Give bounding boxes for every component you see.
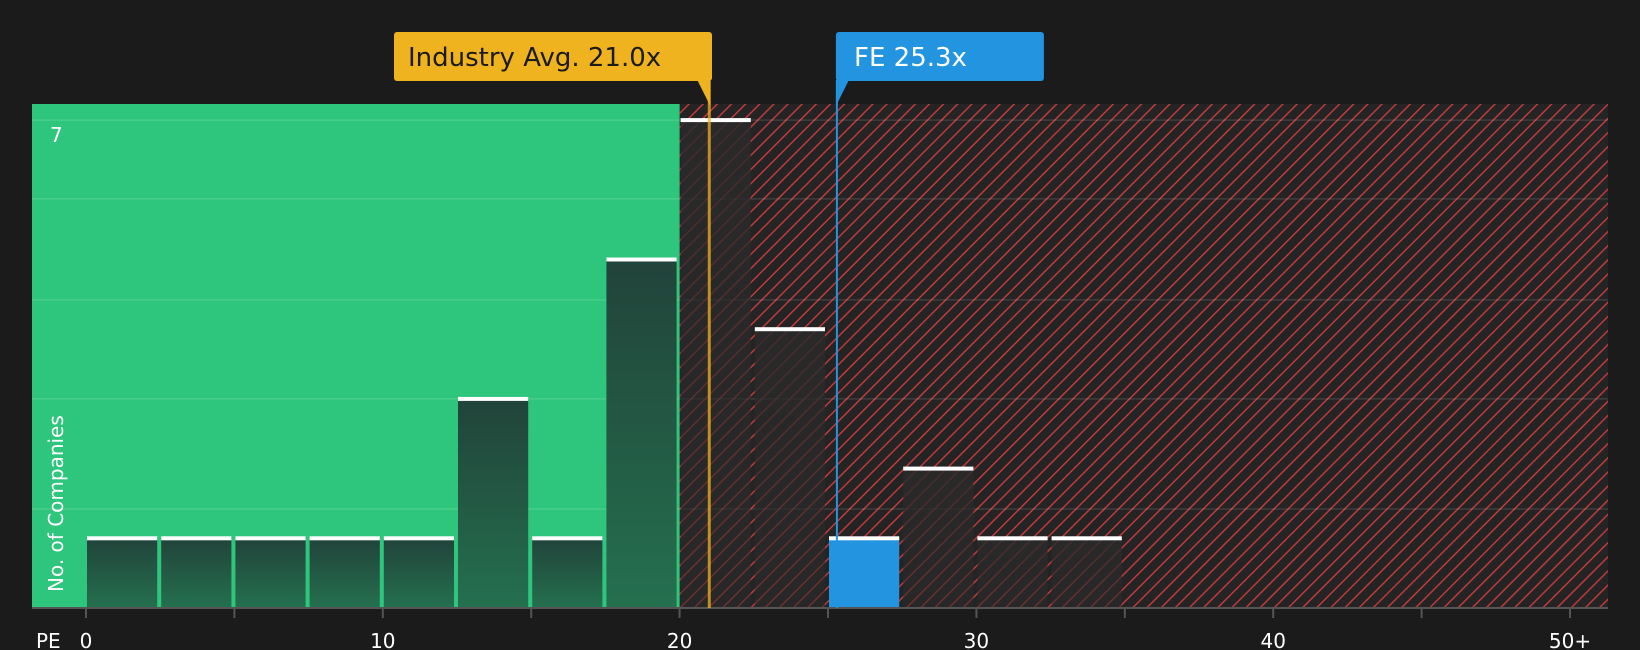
bar bbox=[532, 538, 603, 608]
bar-top bbox=[829, 536, 900, 541]
pe-distribution-chart: 0 10 20 30 40 50+ 7 No. of Companies PE Indus… bbox=[32, 32, 1608, 650]
x-tick-label: 50+ bbox=[1549, 629, 1591, 650]
good-value-zone bbox=[32, 104, 680, 608]
y-tick-label: 7 bbox=[50, 123, 63, 147]
bar bbox=[903, 468, 974, 608]
bar-top bbox=[977, 536, 1048, 541]
bar-top bbox=[161, 536, 232, 541]
bar-top bbox=[606, 257, 677, 262]
bar-top bbox=[309, 536, 380, 541]
bar-top bbox=[903, 466, 974, 471]
bar bbox=[235, 538, 306, 608]
bar bbox=[87, 538, 158, 608]
bar bbox=[680, 120, 751, 608]
x-ticks: 0 10 20 30 40 50+ bbox=[80, 608, 1591, 650]
x-tick-label: 30 bbox=[964, 629, 989, 650]
x-tick-label: 0 bbox=[80, 629, 93, 650]
bar-top bbox=[532, 536, 603, 541]
x-axis-title: PE bbox=[36, 629, 61, 650]
industry-average-label: Industry Avg. 21.0x bbox=[408, 43, 661, 73]
bar bbox=[458, 398, 529, 608]
bar bbox=[161, 538, 232, 608]
bar-top bbox=[383, 536, 454, 541]
x-tick-label: 10 bbox=[370, 629, 395, 650]
bar-top bbox=[87, 536, 158, 541]
x-tick-label: 20 bbox=[667, 629, 692, 650]
bar-top bbox=[235, 536, 306, 541]
bar-top bbox=[680, 118, 751, 123]
y-axis-title: No. of Companies bbox=[44, 415, 68, 592]
bar bbox=[977, 538, 1048, 608]
bar bbox=[383, 538, 454, 608]
company-label: FE 25.3x bbox=[854, 43, 967, 73]
bar-top bbox=[1051, 536, 1122, 541]
bar-top bbox=[458, 396, 529, 401]
bar bbox=[1051, 538, 1122, 608]
bar bbox=[754, 329, 825, 608]
x-tick-label: 40 bbox=[1260, 629, 1285, 650]
bar bbox=[309, 538, 380, 608]
bar bbox=[829, 538, 900, 608]
y-ticks: 7 bbox=[50, 123, 63, 147]
bar bbox=[606, 259, 677, 608]
bar-top bbox=[754, 327, 825, 332]
